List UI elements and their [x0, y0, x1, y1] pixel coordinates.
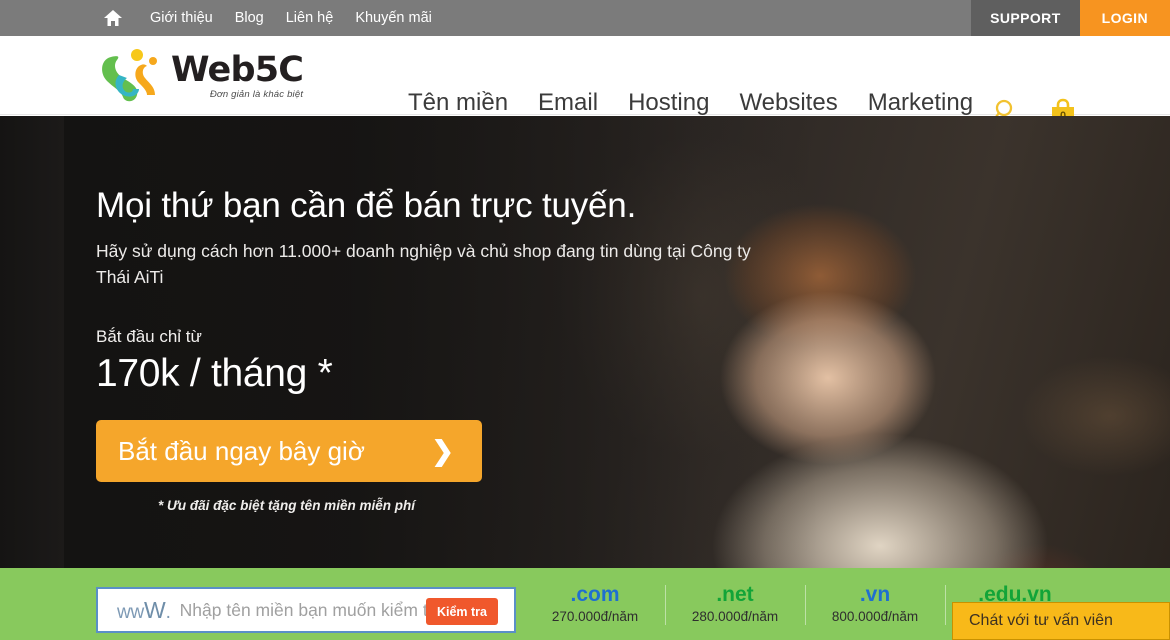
tld-price: 800.000đ/năm — [831, 609, 919, 624]
hero-headline: Mọi thứ bạn cần để bán trực tuyến. — [96, 186, 637, 225]
top-utility-bar: Giới thiệu Blog Liên hệ Khuyến mãi SUPPO… — [0, 0, 1170, 36]
topbar-link-lien-he[interactable]: Liên hệ — [275, 0, 345, 36]
nav-item-websites[interactable]: Websites — [724, 88, 852, 118]
logo-mark-icon — [97, 45, 165, 105]
hero-banner: Mọi thứ bạn cần để bán trực tuyến. Hãy s… — [0, 116, 1170, 568]
logo-tagline: Đơn giản là khác biệt — [209, 89, 304, 100]
domain-search-box[interactable]: wwW. Kiểm tra — [96, 587, 516, 633]
site-logo[interactable]: Web5C Đơn giản là khác biệt — [97, 45, 304, 105]
chat-widget[interactable]: Chát với tư vấn viên — [952, 602, 1170, 640]
page-root: Giới thiệu Blog Liên hệ Khuyến mãi SUPPO… — [0, 0, 1170, 640]
hero-promo-note: * Ưu đãi đặc biệt tặng tên miền miễn phí — [158, 498, 415, 513]
hero-content: Mọi thứ bạn cần để bán trực tuyến. Hãy s… — [96, 116, 776, 513]
www-prefix-big: W — [144, 596, 166, 623]
www-prefix-label: wwW. — [98, 597, 171, 624]
chat-widget-label: Chát với tư vấn viên — [969, 612, 1113, 629]
support-button[interactable]: SUPPORT — [971, 0, 1080, 36]
www-prefix-small: ww — [117, 601, 145, 623]
home-icon[interactable] — [103, 8, 123, 28]
tld-price: 280.000đ/năm — [691, 609, 779, 624]
topbar-account-actions: SUPPORT LOGIN — [971, 0, 1170, 36]
chevron-right-icon: ❯ — [431, 435, 454, 466]
tld-name: .com — [570, 583, 620, 606]
hero-left-edge — [0, 116, 64, 568]
nav-item-hosting[interactable]: Hosting — [613, 88, 724, 118]
site-header: Web5C Đơn giản là khác biệt Tên miền Ema… — [0, 36, 1170, 125]
top-nav-links: Giới thiệu Blog Liên hệ Khuyến mãi — [103, 0, 443, 36]
tld-name: .net — [716, 583, 754, 606]
logo-title: Web5C — [171, 50, 304, 90]
tld-item-net[interactable]: .net 280.000đ/năm — [665, 582, 805, 627]
tld-name: .vn — [859, 583, 891, 606]
hero-subheadline: Hãy sử dụng cách hơn 11.000+ doanh nghiệ… — [96, 241, 751, 287]
logo-text: Web5C Đơn giản là khác biệt — [171, 50, 304, 100]
tld-item-vn[interactable]: .vn 800.000đ/năm — [805, 582, 945, 627]
topbar-link-khuyen-mai[interactable]: Khuyến mãi — [344, 0, 443, 36]
main-navigation: Tên miền Email Hosting Websites Marketin… — [393, 88, 988, 118]
hero-price: 170k / tháng * — [96, 352, 333, 395]
login-button[interactable]: LOGIN — [1079, 0, 1170, 36]
nav-item-ten-mien[interactable]: Tên miền — [393, 88, 523, 118]
start-now-button-label: Bắt đầu ngay bây giờ — [118, 436, 365, 466]
nav-item-marketing[interactable]: Marketing — [853, 88, 988, 118]
nav-item-email[interactable]: Email — [523, 88, 613, 118]
tld-price: 270.000đ/năm — [551, 609, 639, 624]
topbar-link-blog[interactable]: Blog — [224, 0, 275, 36]
topbar-link-gioi-thieu[interactable]: Giới thiệu — [139, 0, 224, 36]
hero-start-from-label: Bắt đầu chỉ từ — [96, 327, 202, 346]
start-now-button[interactable]: Bắt đầu ngay bây giờ ❯ — [96, 420, 482, 482]
tld-item-com[interactable]: .com 270.000đ/năm — [525, 582, 665, 627]
check-domain-button[interactable]: Kiểm tra — [425, 598, 498, 625]
